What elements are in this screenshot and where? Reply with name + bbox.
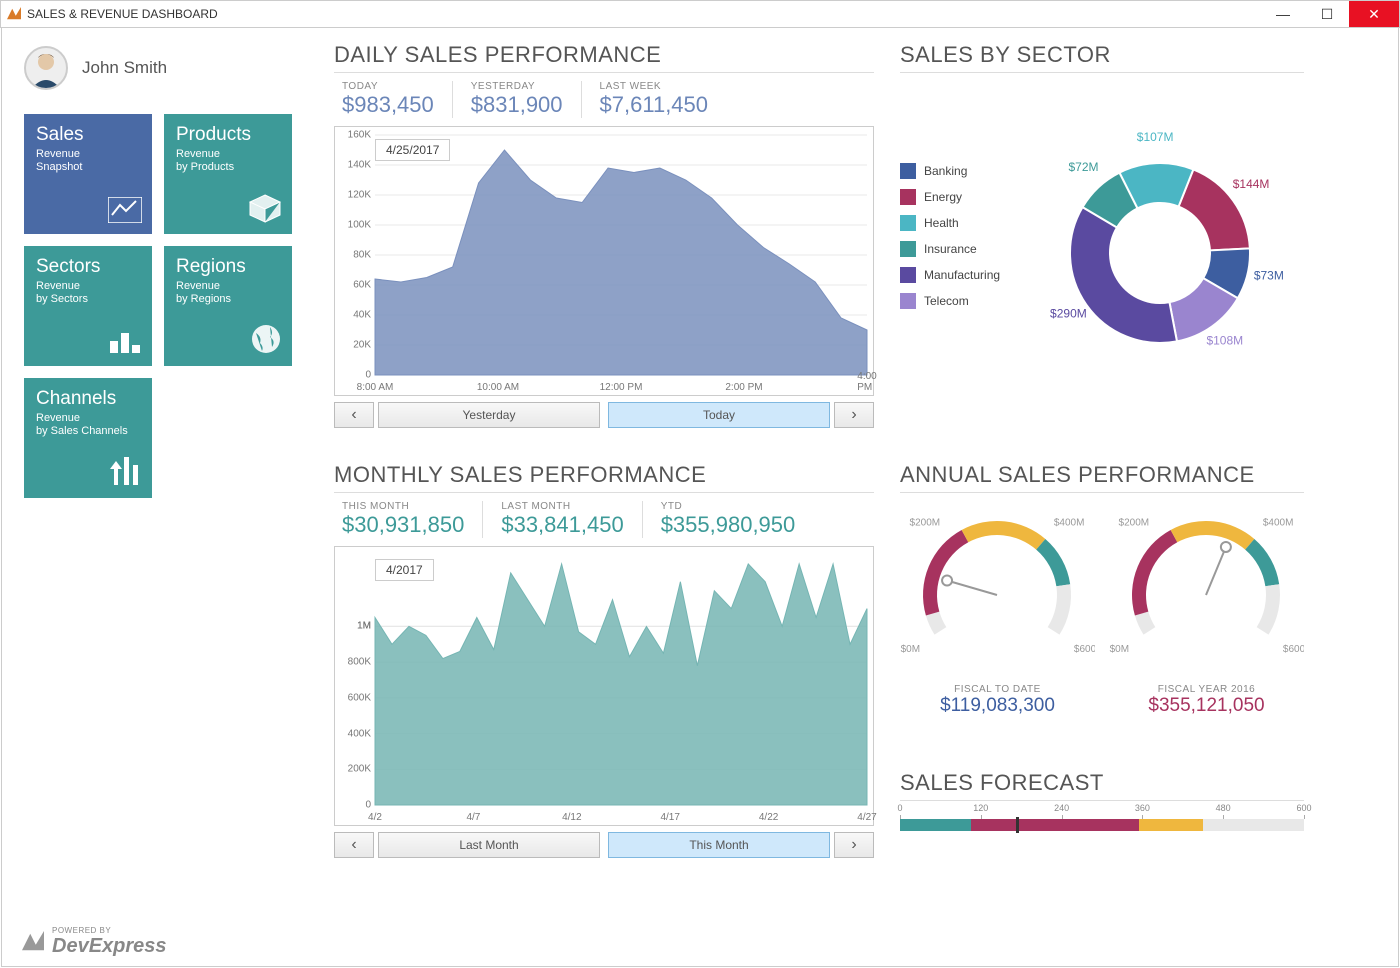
daily-chart: 4/25/2017 020K40K60K80K100K120K140K160K8… <box>334 126 874 396</box>
daily-datebox: 4/25/2017 <box>375 139 450 161</box>
svg-text:$108M: $108M <box>1207 333 1244 347</box>
legend-label: Energy <box>924 190 962 204</box>
monthly-chart: 4/2017 0200K400K600K800K1M1M1M4/24/74/12… <box>334 546 874 826</box>
gauge-fiscal-year-2016: $0M $200M $400M $600M <box>1109 503 1304 666</box>
user-row: John Smith <box>24 46 304 90</box>
monthly-nav-next[interactable]: › <box>834 832 874 858</box>
devexpress-logo-icon <box>22 931 44 953</box>
tile-title: Channels <box>36 388 140 410</box>
tile-sectors[interactable]: SectorsRevenueby Sectors <box>24 246 152 366</box>
legend-label: Telecom <box>924 294 969 308</box>
window-maximize-button[interactable]: ☐ <box>1305 2 1349 26</box>
window-close-button[interactable]: ✕ <box>1349 1 1399 27</box>
avatar[interactable] <box>24 46 68 90</box>
sector-header: SALES BY SECTOR <box>900 42 1304 73</box>
user-name: John Smith <box>82 58 167 78</box>
legend-swatch <box>900 241 916 257</box>
tile-title: Sectors <box>36 256 140 278</box>
box-icon <box>248 193 282 226</box>
legend-swatch <box>900 215 916 231</box>
tile-subtitle: RevenueSnapshot <box>36 148 140 174</box>
tile-channels[interactable]: ChannelsRevenueby Sales Channels <box>24 378 152 498</box>
kpi-value: $983,450 <box>342 92 434 118</box>
kpi-value: $33,841,450 <box>501 512 623 538</box>
kpi-value: $7,611,450 <box>600 92 708 118</box>
svg-text:$400M: $400M <box>1054 517 1085 528</box>
svg-text:$0M: $0M <box>901 644 920 655</box>
app-logo-icon <box>7 7 21 21</box>
monthly-nav-prev[interactable]: ‹ <box>334 832 374 858</box>
legend-label: Manufacturing <box>924 268 1000 282</box>
monthly-header: MONTHLY SALES PERFORMANCE <box>334 462 874 493</box>
tile-subtitle: Revenueby Products <box>176 148 280 174</box>
gauge-fiscal-to-date: $0M $200M $400M $600M <box>900 503 1095 666</box>
chart-line-icon <box>108 197 142 226</box>
arrows-icon <box>108 455 142 490</box>
window-minimize-button[interactable]: — <box>1261 2 1305 26</box>
monthly-datebox: 4/2017 <box>375 559 434 581</box>
kpi-label: TODAY <box>342 81 434 92</box>
globe-icon <box>250 323 282 358</box>
kpi-label: YESTERDAY <box>471 81 563 92</box>
window-title: SALES & REVENUE DASHBOARD <box>27 7 1261 21</box>
monthly-nav-thismonth[interactable]: This Month <box>608 832 830 858</box>
legend-swatch <box>900 293 916 309</box>
legend-swatch <box>900 163 916 179</box>
annual-right-caption: FISCAL YEAR 2016 <box>1109 684 1304 695</box>
daily-nav-today[interactable]: Today <box>608 402 830 428</box>
svg-text:$0M: $0M <box>1110 644 1129 655</box>
tile-products[interactable]: ProductsRevenueby Products <box>164 114 292 234</box>
kpi-label: THIS MONTH <box>342 501 464 512</box>
svg-text:$200M: $200M <box>1119 517 1150 528</box>
svg-text:$600M: $600M <box>1074 644 1095 655</box>
annual-header: ANNUAL SALES PERFORMANCE <box>900 462 1304 493</box>
tile-subtitle: Revenueby Sales Channels <box>36 412 140 438</box>
legend-swatch <box>900 267 916 283</box>
person-icon <box>26 48 66 88</box>
tile-title: Sales <box>36 124 140 146</box>
legend-label: Banking <box>924 164 967 178</box>
svg-text:$72M: $72M <box>1069 160 1099 174</box>
annual-right-value: $355,121,050 <box>1109 695 1304 717</box>
annual-left-caption: FISCAL TO DATE <box>900 684 1095 695</box>
svg-text:$107M: $107M <box>1137 130 1174 144</box>
svg-text:$144M: $144M <box>1233 177 1270 191</box>
tile-subtitle: Revenueby Sectors <box>36 280 140 306</box>
kpi-label: LAST WEEK <box>600 81 708 92</box>
svg-text:$290M: $290M <box>1050 306 1087 320</box>
kpi-value: $831,900 <box>471 92 563 118</box>
tile-title: Regions <box>176 256 280 278</box>
kpi-value: $30,931,850 <box>342 512 464 538</box>
svg-text:$73M: $73M <box>1254 268 1284 282</box>
svg-text:$600M: $600M <box>1283 644 1304 655</box>
monthly-nav-lastmonth[interactable]: Last Month <box>378 832 600 858</box>
tile-title: Products <box>176 124 280 146</box>
forecast-header: SALES FORECAST <box>900 770 1304 801</box>
tile-regions[interactable]: RegionsRevenueby Regions <box>164 246 292 366</box>
svg-text:$400M: $400M <box>1263 517 1294 528</box>
legend-label: Health <box>924 216 959 230</box>
daily-nav-next[interactable]: › <box>834 402 874 428</box>
kpi-label: YTD <box>661 501 796 512</box>
daily-header: DAILY SALES PERFORMANCE <box>334 42 874 73</box>
forecast-bar <box>900 819 1304 831</box>
window-titlebar: SALES & REVENUE DASHBOARD — ☐ ✕ <box>0 0 1400 28</box>
legend-label: Insurance <box>924 242 977 256</box>
kpi-value: $355,980,950 <box>661 512 796 538</box>
footer-brand: POWERED BY DevExpress <box>22 926 167 958</box>
bars-icon <box>108 325 142 358</box>
sector-legend: Banking Energy Health Insurance Manufacturin… <box>900 163 1000 386</box>
sector-donut: $144M $73M $108M $290M $72M $107M <box>1000 123 1304 386</box>
svg-text:$200M: $200M <box>910 517 941 528</box>
daily-nav-yesterday[interactable]: Yesterday <box>378 402 600 428</box>
daily-nav-prev[interactable]: ‹ <box>334 402 374 428</box>
legend-swatch <box>900 189 916 205</box>
tile-sales[interactable]: SalesRevenueSnapshot <box>24 114 152 234</box>
annual-left-value: $119,083,300 <box>900 695 1095 717</box>
kpi-label: LAST MONTH <box>501 501 623 512</box>
tile-subtitle: Revenueby Regions <box>176 280 280 306</box>
